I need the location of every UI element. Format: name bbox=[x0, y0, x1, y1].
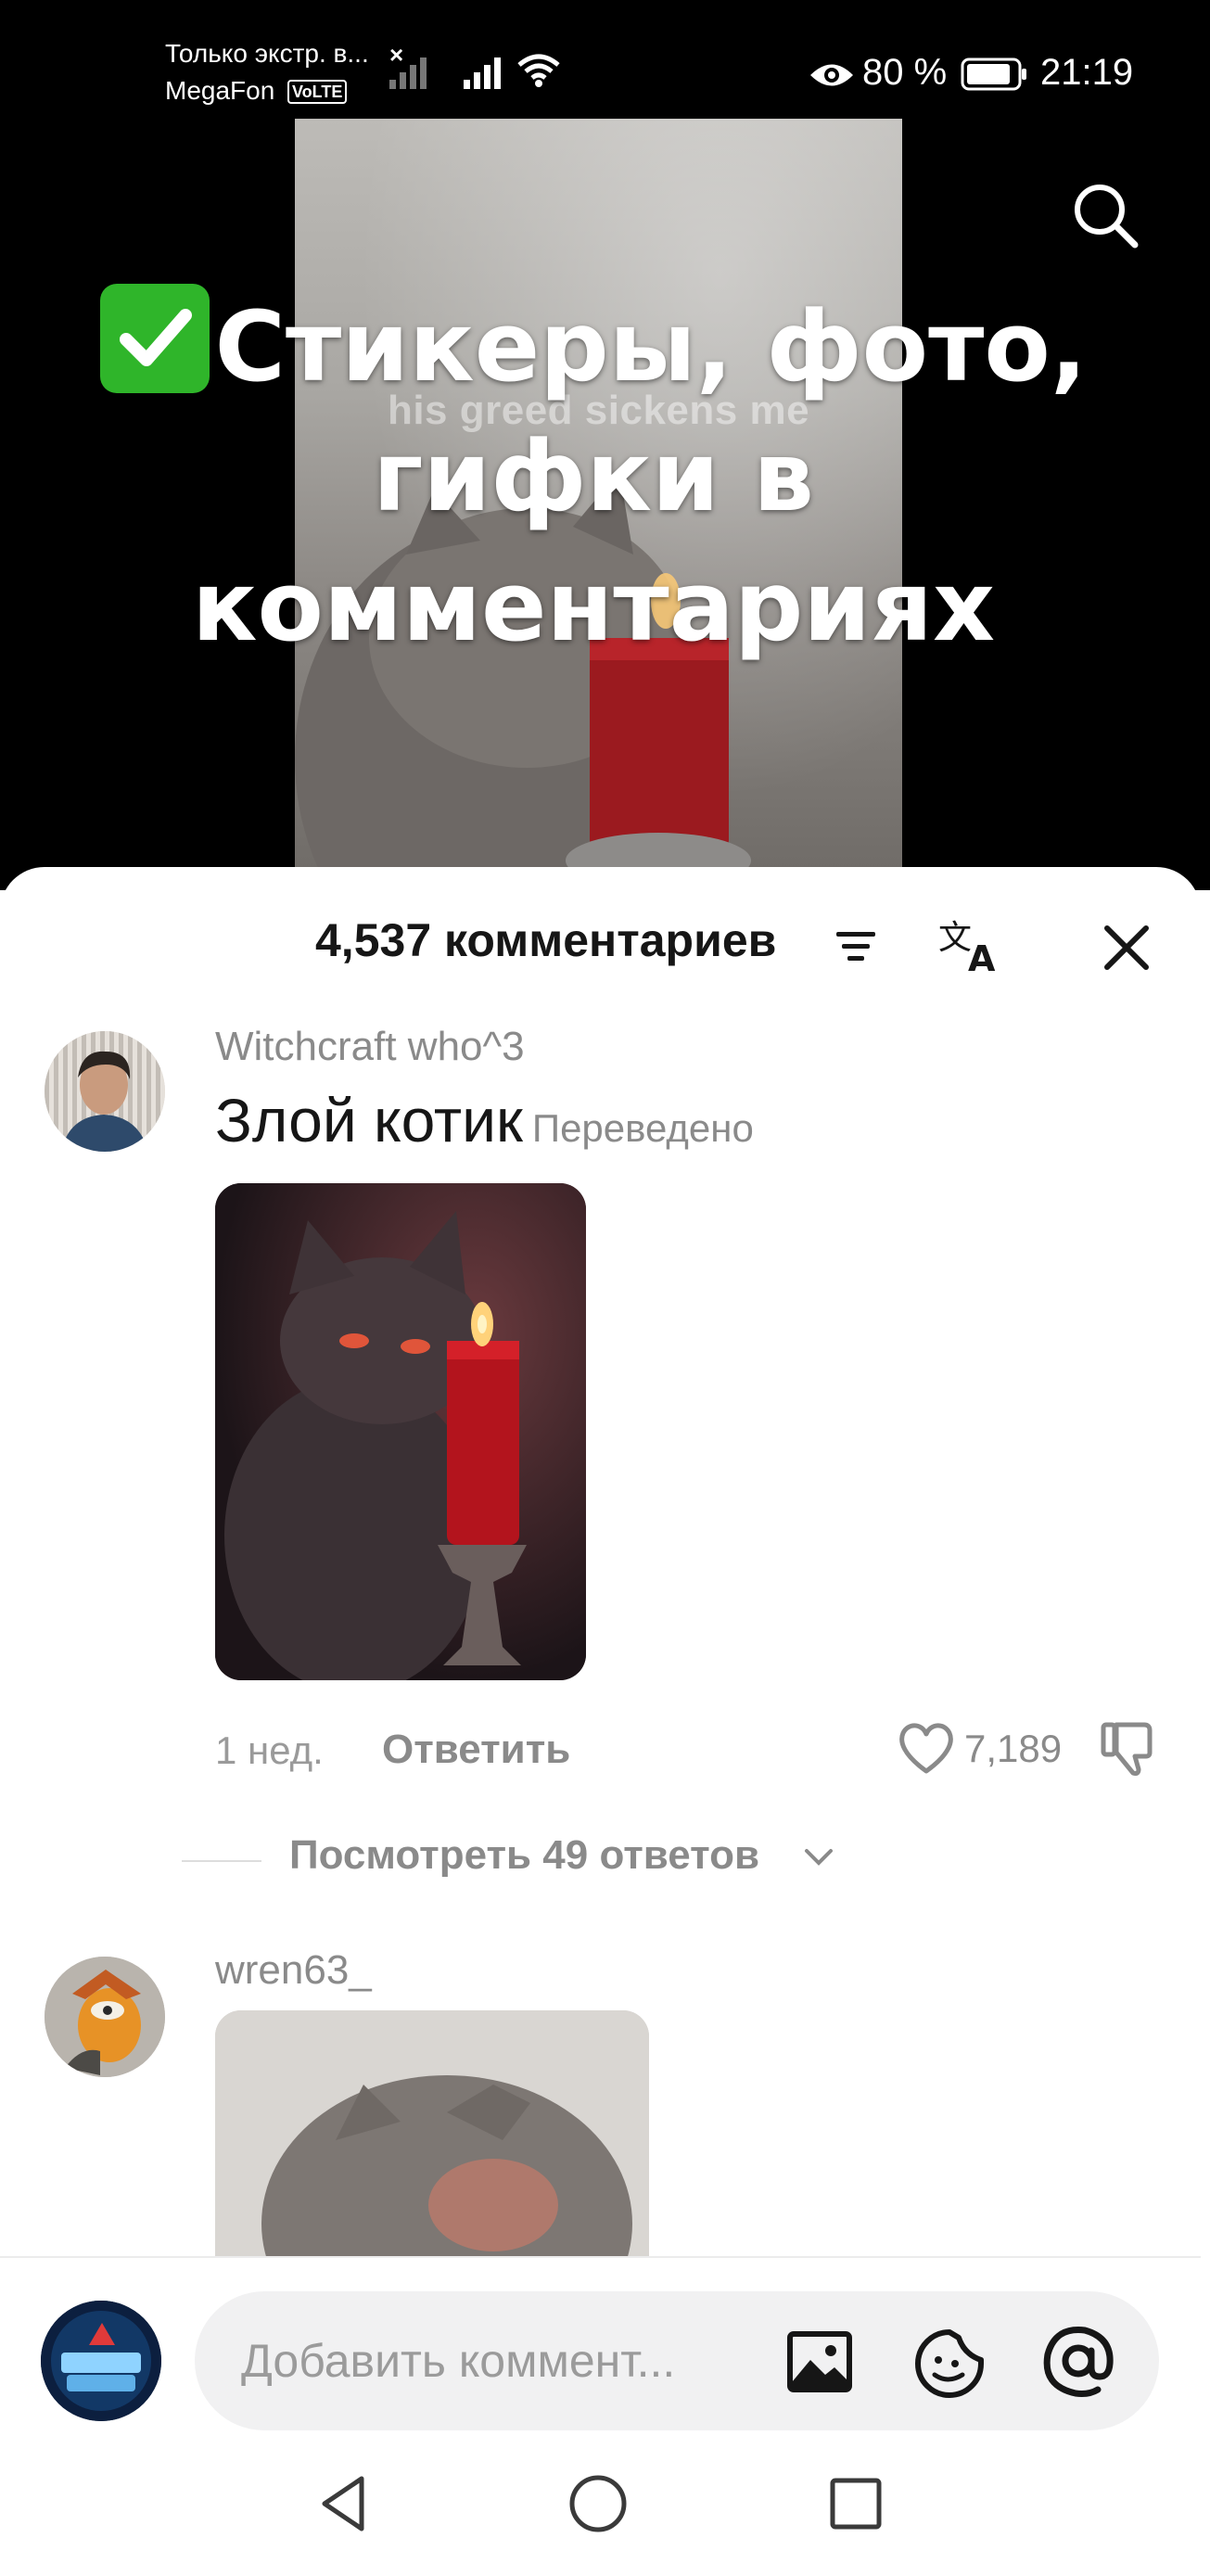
heart-icon bbox=[899, 1723, 953, 1774]
comment-username[interactable]: Witchcraft who^3 bbox=[215, 1024, 525, 1070]
comment-meta: 1 нед. Ответить 7,189 bbox=[215, 1722, 1161, 1788]
wifi-icon bbox=[517, 54, 560, 87]
signal-icon bbox=[464, 57, 501, 89]
volte-badge: VoLTE bbox=[287, 80, 348, 104]
view-replies-label: Посмотреть 49 ответов bbox=[289, 1832, 760, 1878]
comments-count: 4,537 комментариев bbox=[315, 914, 777, 966]
search-button[interactable] bbox=[1068, 178, 1142, 252]
reply-button[interactable]: Ответить bbox=[382, 1727, 570, 1773]
avatar[interactable] bbox=[45, 1957, 165, 2077]
chevron-down-icon bbox=[805, 1849, 833, 1866]
avatar[interactable] bbox=[45, 1031, 165, 1152]
user-avatar-image bbox=[41, 2301, 161, 2421]
clock: 21:19 bbox=[1040, 52, 1134, 93]
user-avatar-image bbox=[45, 1031, 165, 1152]
comment-attached-image[interactable] bbox=[215, 2010, 649, 2263]
signal-icon bbox=[389, 57, 427, 89]
cat-image bbox=[215, 2010, 649, 2263]
emoji-button[interactable] bbox=[912, 2327, 987, 2401]
carrier-notification: Только экстр. в... bbox=[165, 39, 369, 68]
thumbs-down-icon bbox=[1101, 1722, 1153, 1776]
at-sign-icon bbox=[1043, 2327, 1114, 2397]
comment-username[interactable]: wren63_ bbox=[215, 1947, 372, 1994]
system-nav-bar bbox=[0, 2432, 1201, 2576]
divider bbox=[182, 1860, 261, 1862]
comment-input-bar: Добавить коммент... bbox=[0, 2256, 1201, 2432]
comment-item[interactable]: Witchcraft who^3 Злой котик Переведено 1 … bbox=[0, 1013, 1210, 1829]
search-icon bbox=[1075, 185, 1139, 249]
svg-text:A: A bbox=[968, 938, 996, 978]
emoji-icon bbox=[915, 2329, 984, 2398]
promo-title: Стикеры, фото, гифки в комментариях bbox=[56, 282, 1131, 671]
image-button[interactable] bbox=[784, 2327, 855, 2397]
cat-candle-image bbox=[215, 1183, 586, 1680]
check-mark-icon bbox=[99, 284, 210, 393]
home-icon[interactable] bbox=[566, 2471, 630, 2536]
translate-icon: 文 A bbox=[938, 919, 996, 979]
close-icon bbox=[1104, 925, 1149, 970]
like-button[interactable] bbox=[894, 1715, 959, 1780]
eye-icon bbox=[810, 64, 853, 86]
promo-title-text: Стикеры, фото, гифки в комментариях bbox=[191, 290, 1088, 663]
dislike-button[interactable] bbox=[1096, 1715, 1161, 1780]
comment-body: Злой котик bbox=[215, 1086, 523, 1154]
close-button[interactable] bbox=[1094, 915, 1159, 980]
carrier-name: MegaFon bbox=[165, 76, 275, 105]
translated-label[interactable]: Переведено bbox=[532, 1106, 754, 1150]
comments-header: 4,537 комментариев 文 A bbox=[0, 867, 1201, 1006]
svg-text:文: 文 bbox=[938, 919, 972, 957]
mention-button[interactable] bbox=[1038, 2321, 1118, 2401]
comment-input[interactable]: Добавить коммент... bbox=[195, 2291, 1159, 2430]
image-icon bbox=[787, 2331, 852, 2392]
comment-age: 1 нед. bbox=[215, 1728, 324, 1772]
battery-icon bbox=[961, 57, 1026, 91]
comment-attached-image[interactable] bbox=[215, 1183, 586, 1680]
back-icon[interactable] bbox=[313, 2471, 378, 2536]
comment-item[interactable]: wren63_ bbox=[0, 1947, 1210, 2263]
comment-text: Злой котик Переведено bbox=[215, 1085, 754, 1155]
status-bar: Только экстр. в... × MegaFon VoLTE 80 % bbox=[0, 0, 1210, 139]
translate-button[interactable]: 文 A bbox=[936, 913, 1011, 979]
user-avatar-image bbox=[45, 1957, 165, 2077]
video-player[interactable]: his greed sickens me Только экстр. в... … bbox=[0, 0, 1210, 890]
my-avatar[interactable] bbox=[41, 2301, 161, 2421]
like-count: 7,189 bbox=[964, 1727, 1063, 1770]
recents-icon[interactable] bbox=[823, 2471, 888, 2536]
battery-percent: 80 % bbox=[862, 52, 948, 93]
comment-input-placeholder: Добавить коммент... bbox=[241, 2335, 676, 2387]
sort-icon[interactable] bbox=[834, 928, 877, 965]
